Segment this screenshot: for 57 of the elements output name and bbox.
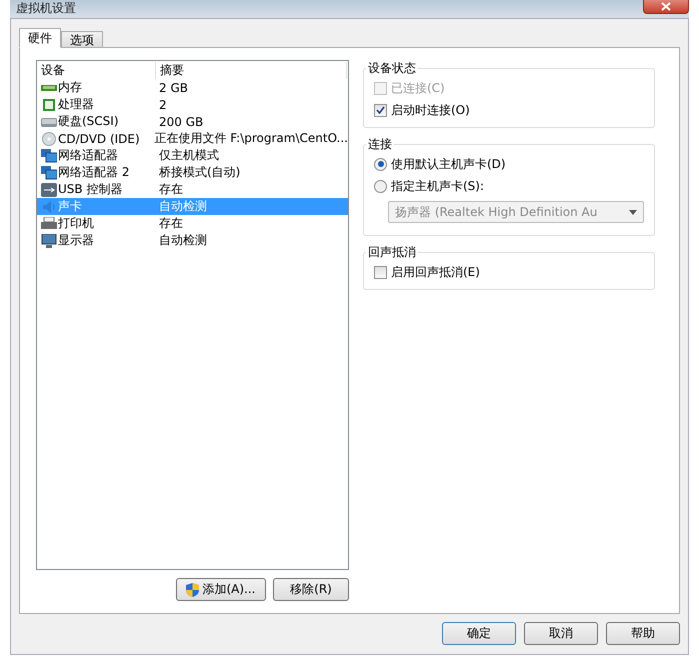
device-row[interactable]: USB 控制器 存在 xyxy=(37,181,348,198)
device-row[interactable]: 内存 2 GB xyxy=(37,79,348,96)
tab[interactable]: 选项 xyxy=(61,31,103,48)
device-summary: 2 GB xyxy=(159,80,188,94)
group-title: 连接 xyxy=(367,136,393,153)
column-header[interactable]: 设备 xyxy=(37,62,156,79)
device-name: USB 控制器 xyxy=(58,181,122,198)
device-row[interactable]: 处理器 2 xyxy=(37,96,348,113)
radio-button[interactable]: 指定主机声卡(S): xyxy=(374,177,644,195)
printer-icon xyxy=(41,216,57,230)
window-title: 虚拟机设置 xyxy=(15,0,77,16)
speaker-icon xyxy=(41,200,57,214)
dialog-button[interactable]: 帮助 xyxy=(606,622,680,645)
chip-icon xyxy=(41,98,57,112)
device-row[interactable]: CD/DVD (IDE) 正在使用文件 F:\program\CentO... xyxy=(37,130,348,147)
device-summary: 桥接模式(自动) xyxy=(159,164,240,181)
device-row[interactable]: 网络适配器 仅主机模式 xyxy=(37,147,348,164)
device-name: 打印机 xyxy=(58,215,94,232)
device-name: 处理器 xyxy=(58,96,94,113)
add-button[interactable]: 添加(A)... xyxy=(176,578,266,601)
device-name: CD/DVD (IDE) xyxy=(58,132,140,146)
disc-icon xyxy=(41,132,57,146)
device-summary: 存在 xyxy=(159,215,183,232)
tab[interactable]: 硬件 xyxy=(19,28,61,48)
device-summary: 2 xyxy=(159,98,167,112)
device-row[interactable]: 网络适配器 2 桥接模式(自动) xyxy=(37,164,348,181)
device-row[interactable]: 硬盘(SCSI) 200 GB xyxy=(37,113,348,130)
device-name: 网络适配器 xyxy=(58,147,118,164)
device-row[interactable]: 显示器 自动检测 xyxy=(37,232,348,249)
device-name: 硬盘(SCSI) xyxy=(58,113,119,130)
monitor-icon xyxy=(41,234,57,248)
group-title: 回声抵消 xyxy=(367,244,417,261)
dialog-button[interactable]: 确定 xyxy=(442,622,516,645)
close-icon xyxy=(661,2,671,11)
device-summary: 仅主机模式 xyxy=(159,147,219,164)
device-name: 网络适配器 2 xyxy=(58,164,130,181)
dialog-button[interactable]: 取消 xyxy=(524,622,598,645)
device-name: 显示器 xyxy=(58,232,94,249)
close-button[interactable] xyxy=(643,0,689,14)
device-summary: 正在使用文件 F:\program\CentO... xyxy=(154,130,348,147)
column-header[interactable]: 摘要 xyxy=(156,62,347,79)
device-summary: 自动检测 xyxy=(159,232,207,249)
caret-icon xyxy=(629,210,637,214)
checkbox[interactable]: 启动时连接(O) xyxy=(374,101,644,119)
device-name: 声卡 xyxy=(58,198,82,215)
monitor-icon xyxy=(41,166,57,180)
device-summary: 200 GB xyxy=(159,114,204,128)
group-title: 设备状态 xyxy=(367,60,417,77)
radio-button[interactable]: 使用默认主机声卡(D) xyxy=(374,155,644,173)
checkbox[interactable]: 启用回声抵消(E) xyxy=(374,263,644,281)
device-summary: 自动检测 xyxy=(159,198,207,215)
monitor-icon xyxy=(41,148,57,162)
device-name: 内存 xyxy=(58,79,82,96)
device-summary: 存在 xyxy=(159,181,183,198)
device-row[interactable]: 打印机 存在 xyxy=(37,215,348,232)
remove-button[interactable]: 移除(R) xyxy=(273,578,349,601)
shield-icon xyxy=(186,582,200,596)
